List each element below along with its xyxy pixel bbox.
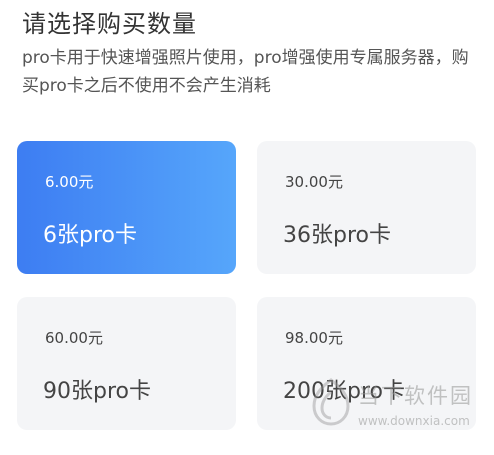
option-quantity: 6张pro卡 (43, 223, 137, 248)
page-title: 请选择购买数量 (22, 10, 197, 38)
option-price: 30.00元 (285, 173, 343, 191)
option-card-36[interactable]: 30.00元 36张pro卡 (257, 141, 476, 274)
option-quantity: 90张pro卡 (43, 379, 151, 404)
option-quantity: 36张pro卡 (283, 223, 391, 248)
description-text: pro卡用于快速增强照片使用，pro增强使用专属服务器，购买pro卡之后不使用不… (22, 48, 469, 96)
option-price: 98.00元 (285, 329, 343, 347)
option-card-6[interactable]: 6.00元 6张pro卡 (17, 141, 236, 274)
option-card-200[interactable]: 98.00元 200张pro卡 (257, 297, 476, 430)
option-quantity: 200张pro卡 (283, 379, 405, 404)
option-price: 60.00元 (45, 329, 103, 347)
option-price: 6.00元 (45, 173, 94, 191)
option-card-90[interactable]: 60.00元 90张pro卡 (17, 297, 236, 430)
